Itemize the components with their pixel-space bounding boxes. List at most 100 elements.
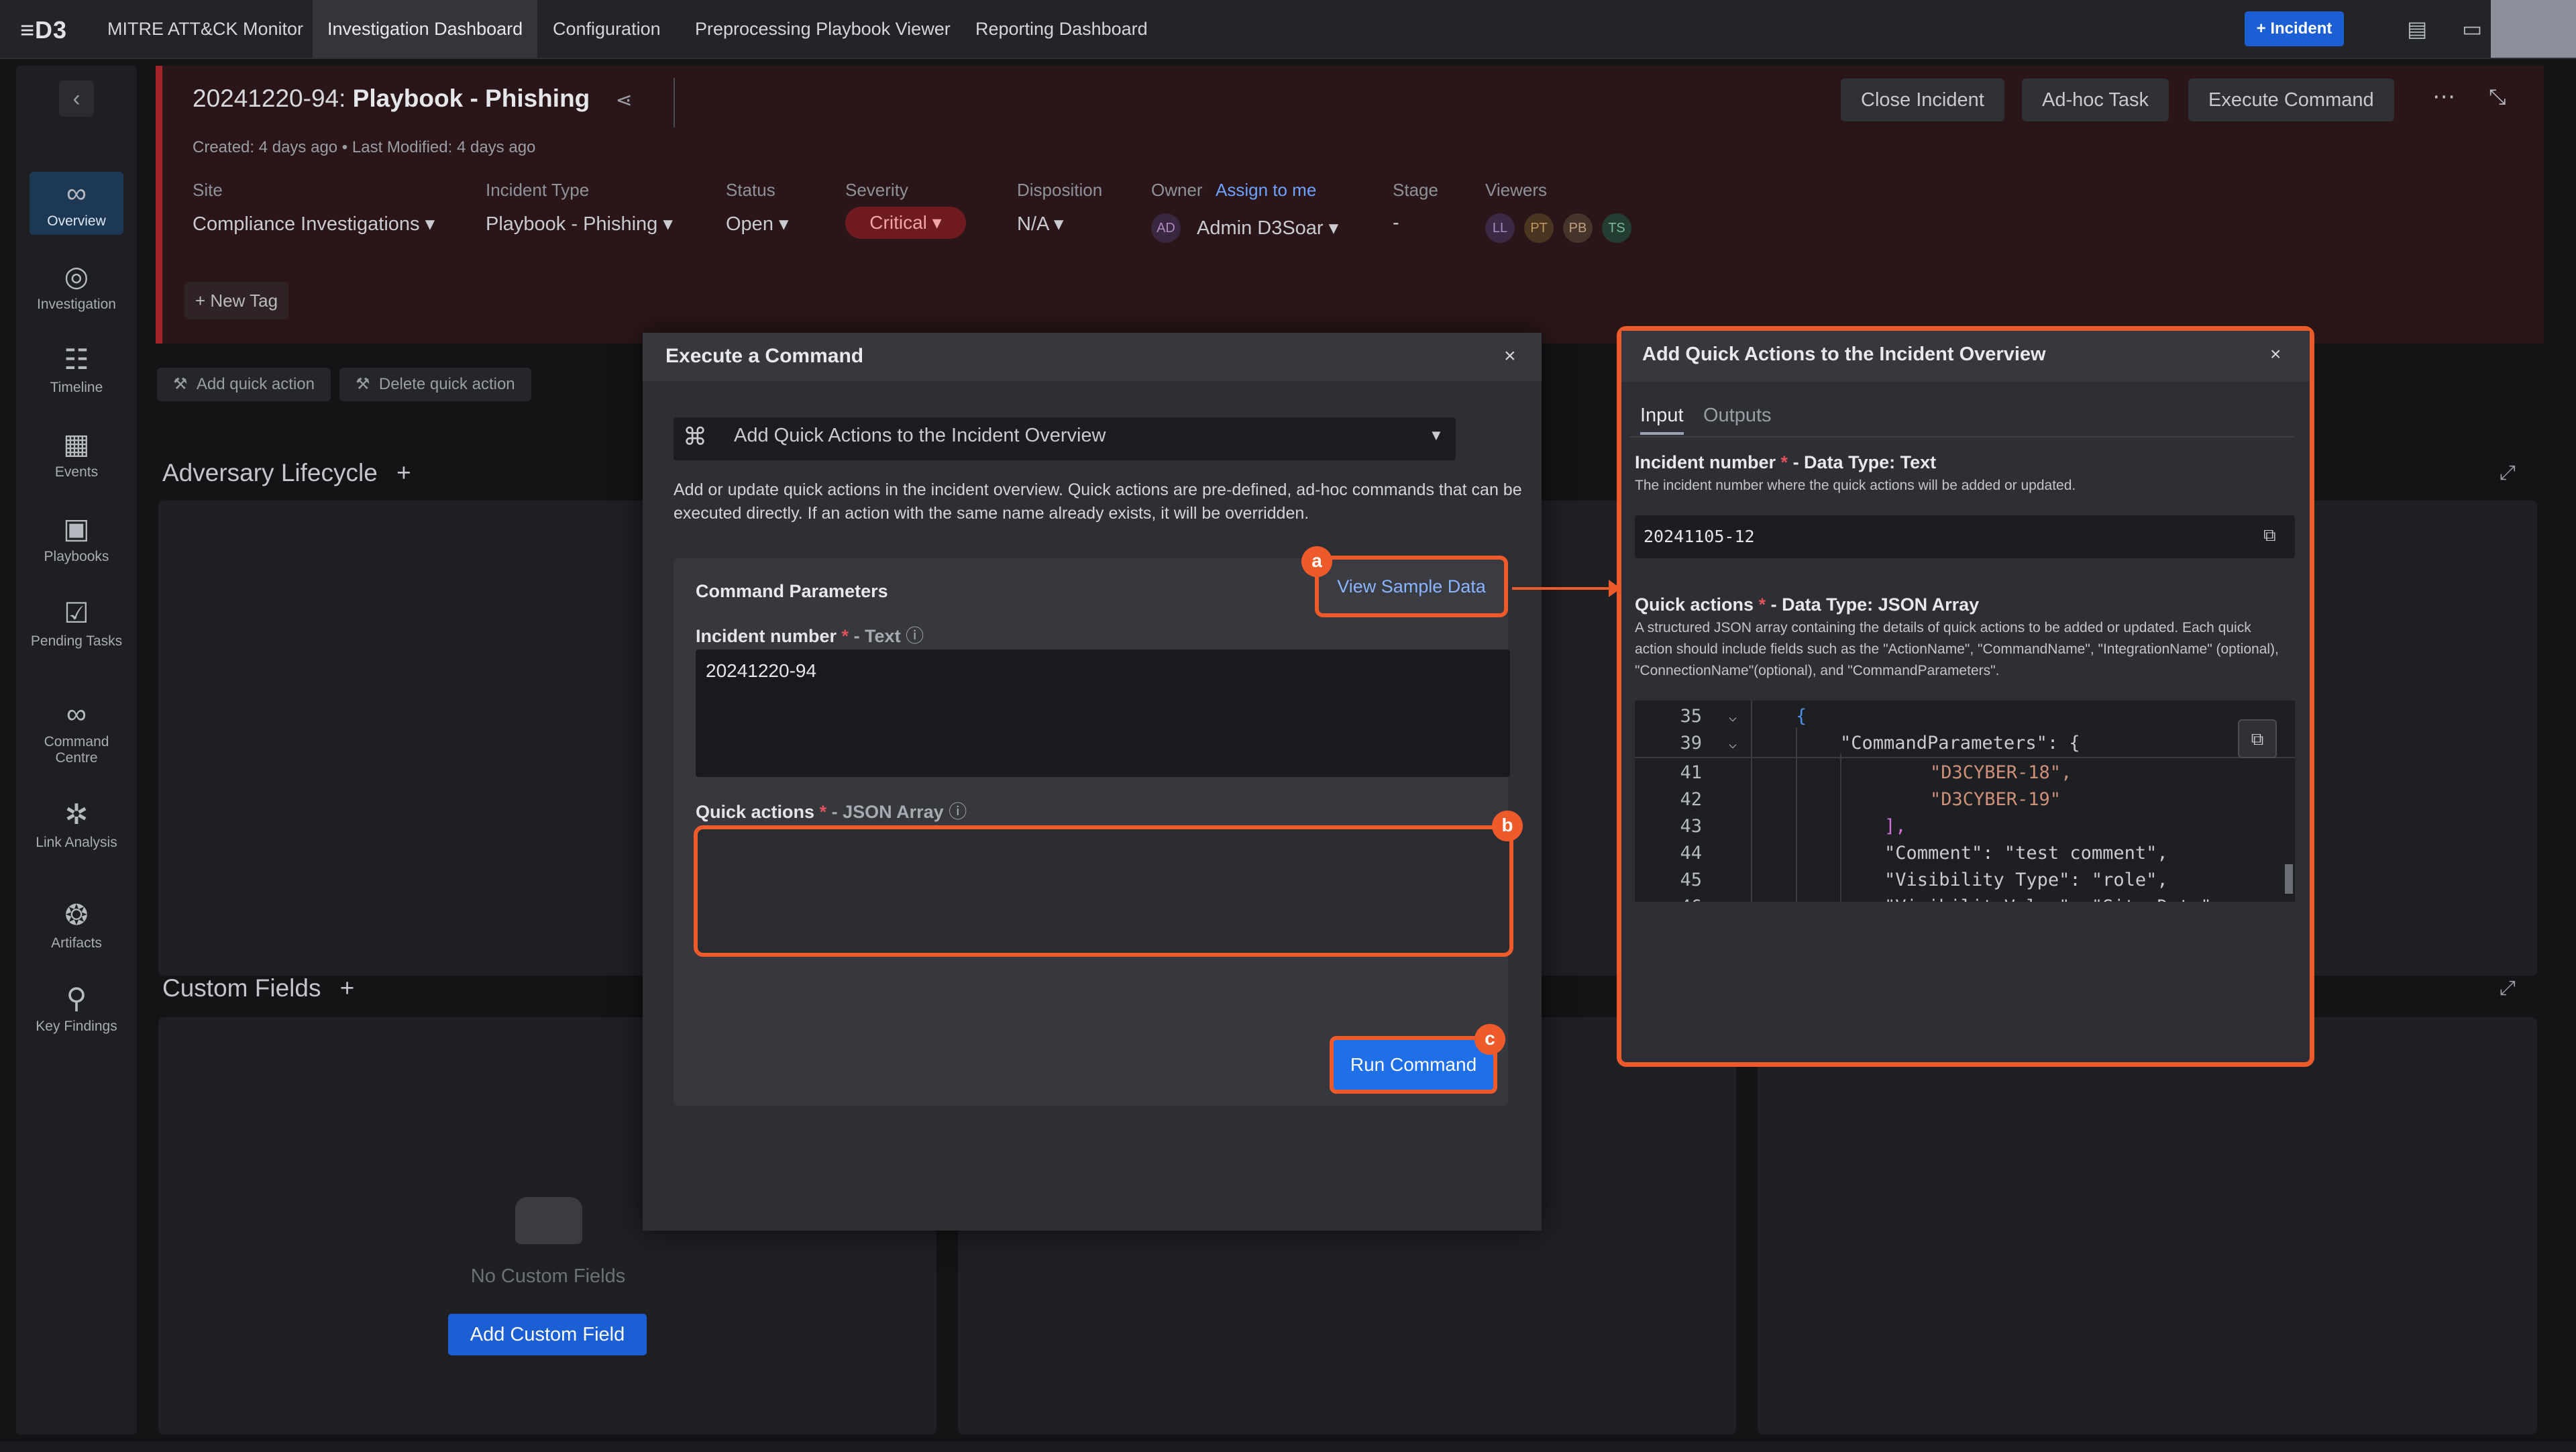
user-avatar[interactable] <box>2491 0 2576 58</box>
assign-to-me-link[interactable]: Assign to me <box>1216 180 1316 201</box>
sidebar-item-playbooks[interactable]: ▣ Playbooks <box>30 513 123 565</box>
copy-icon[interactable]: ⧉ <box>2263 525 2276 546</box>
owner-dropdown[interactable]: Admin D3Soar ▾ <box>1197 216 1338 240</box>
delete-quick-action-button[interactable]: ⚒ Delete quick action <box>339 368 531 401</box>
execute-command-button[interactable]: Execute Command <box>2188 79 2394 121</box>
nav-tab-preprocessing-playbook-viewer[interactable]: Preprocessing Playbook Viewer <box>680 0 965 58</box>
add-quick-action-button[interactable]: ⚒ Add quick action <box>157 368 331 401</box>
tab-divider <box>1630 436 2294 437</box>
code-line: 42 "D3CYBER-19" <box>1680 789 2061 810</box>
minimize-icon[interactable]: ⤡ <box>2489 85 2506 110</box>
nav-tab-investigation-dashboard[interactable]: Investigation Dashboard <box>313 0 538 58</box>
sample-quick-actions-label: Quick actions * - Data Type: JSON Array <box>1635 594 1980 615</box>
disposition-dropdown[interactable]: N/A ▾ <box>1017 212 1063 236</box>
quick-actions-label: Quick actions * - JSON Array ⓘ <box>696 802 967 822</box>
sidebar-item-key-findings[interactable]: ⚲ Key Findings <box>30 982 123 1035</box>
new-tag-button[interactable]: + New Tag <box>184 282 289 319</box>
sidebar-item-events[interactable]: ▦ Events <box>30 428 123 480</box>
more-options-icon[interactable]: ⋯ <box>2432 83 2455 110</box>
collapse-sidebar-chevron-icon[interactable]: ‹ <box>59 81 94 117</box>
binoculars-icon: ∞ <box>66 698 87 729</box>
caret-down-icon: ▾ <box>425 213 435 235</box>
code-scrollbar[interactable] <box>2285 864 2293 894</box>
custom-fields-title: Custom Fields + <box>162 974 355 1002</box>
sidebar-item-overview[interactable]: ∞ Overview <box>30 172 123 235</box>
sidebar-item-timeline[interactable]: ☷ Timeline <box>30 344 123 396</box>
tab-outputs[interactable]: Outputs <box>1703 405 1772 427</box>
document-icon[interactable]: ▤ <box>2407 16 2427 42</box>
incident-type-label: Incident Type <box>486 180 590 200</box>
code-line: 39 ⌵ "CommandParameters": { <box>1635 730 2295 758</box>
fold-chevron-icon[interactable]: ⌵ <box>1729 730 1737 757</box>
json-code-editor[interactable]: 35 ⌵{ 39 ⌵ "CommandParameters": { 41 "D3CYBE… <box>1635 701 2295 902</box>
magnifier-icon: ⚲ <box>66 982 87 1014</box>
command-parameters-title: Command Parameters <box>696 581 888 601</box>
fingerprint-icon: ❂ <box>64 899 89 931</box>
caret-down-icon: ▼ <box>1429 427 1444 444</box>
title-divider <box>674 78 675 127</box>
sample-incident-number-label: Incident number * - Data Type: Text <box>1635 452 1937 472</box>
close-incident-button[interactable]: Close Incident <box>1841 79 2004 121</box>
sample-panel-title: Add Quick Actions to the Incident Overvi… <box>1642 344 2046 365</box>
new-incident-button[interactable]: + Incident <box>2245 11 2344 46</box>
caret-down-icon: ▾ <box>1328 217 1339 239</box>
wrench-icon: ⚒ <box>356 375 370 393</box>
incident-name: Playbook - Phishing <box>352 85 590 112</box>
sidebar-item-investigation[interactable]: ◎ Investigation <box>30 260 123 313</box>
command-icon: ⌘ <box>683 423 707 450</box>
share-icon[interactable]: ⋖ <box>616 89 633 111</box>
code-line: 45 "Visibility Type": "role", <box>1680 870 2168 890</box>
nav-tab-configuration[interactable]: Configuration <box>538 0 676 58</box>
site-dropdown[interactable]: Compliance Investigations ▾ <box>193 212 435 236</box>
close-icon[interactable]: × <box>1504 345 1516 368</box>
stage-value: - <box>1393 212 1399 234</box>
fold-chevron-icon[interactable]: ⌵ <box>1729 703 1737 730</box>
viewers-label: Viewers <box>1485 180 1548 200</box>
annotation-arrow <box>1512 587 1615 590</box>
tab-input[interactable]: Input <box>1640 405 1684 435</box>
caret-down-icon: ▾ <box>779 213 789 235</box>
expand-icon[interactable]: ⤢ <box>2500 977 2516 1000</box>
code-line: 43], <box>1680 816 1907 837</box>
chat-icon[interactable]: ▭ <box>2462 16 2482 42</box>
d3-logo[interactable]: ≡D3 <box>20 16 67 44</box>
selected-command: Add Quick Actions to the Incident Overvi… <box>734 425 1106 446</box>
viewer-avatar: LL <box>1485 213 1515 243</box>
sidebar-item-link-analysis[interactable]: ✲ Link Analysis <box>30 798 123 851</box>
sidebar-item-command-centre[interactable]: ∞ Command Centre <box>30 698 123 766</box>
caret-down-icon: ▾ <box>663 213 673 235</box>
dashboard-panel <box>1758 1017 2537 1435</box>
caret-down-icon: ▾ <box>1053 213 1064 235</box>
no-custom-fields-text: No Custom Fields <box>470 1265 626 1287</box>
adhoc-task-button[interactable]: Ad-hoc Task <box>2022 79 2169 121</box>
nav-tab-mitre[interactable]: MITRE ATT&CK Monitor <box>93 0 318 58</box>
add-icon[interactable]: + <box>396 459 411 486</box>
close-icon[interactable]: × <box>2270 344 2281 365</box>
add-icon[interactable]: + <box>340 974 355 1002</box>
annotation-marker-a: a <box>1301 546 1332 577</box>
wrench-icon: ⚒ <box>173 375 188 393</box>
view-sample-data-button[interactable]: View Sample Data <box>1315 556 1508 617</box>
expand-icon[interactable]: ⤢ <box>2500 462 2516 484</box>
site-label: Site <box>193 180 223 200</box>
sample-incident-number-value: 20241105-12 <box>1644 527 1755 546</box>
caret-down-icon: ▾ <box>932 212 942 233</box>
severity-dropdown[interactable]: Critical ▾ <box>845 207 966 239</box>
run-command-button[interactable]: Run Command <box>1330 1036 1497 1094</box>
viewer-avatar: PB <box>1563 213 1593 243</box>
nav-tab-reporting-dashboard[interactable]: Reporting Dashboard <box>961 0 1163 58</box>
viewer-avatar: PT <box>1524 213 1554 243</box>
help-icon[interactable]: ⓘ <box>906 626 924 646</box>
calendar-icon: ▦ <box>63 428 90 460</box>
copy-icon[interactable]: ⧉ <box>2238 719 2277 758</box>
status-dropdown[interactable]: Open ▾ <box>726 212 789 236</box>
help-icon[interactable]: ⓘ <box>949 802 967 822</box>
incident-type-dropdown[interactable]: Playbook - Phishing ▾ <box>486 212 673 236</box>
sidebar-item-pending-tasks[interactable]: ☑ Pending Tasks <box>30 597 123 650</box>
incident-number-input[interactable] <box>696 650 1510 777</box>
add-custom-field-button[interactable]: Add Custom Field <box>448 1314 647 1355</box>
sidebar-item-artifacts[interactable]: ❂ Artifacts <box>30 899 123 951</box>
empty-box-icon <box>515 1197 582 1244</box>
code-line: 35 ⌵{ <box>1635 703 2295 730</box>
quick-actions-input[interactable] <box>694 825 1513 957</box>
